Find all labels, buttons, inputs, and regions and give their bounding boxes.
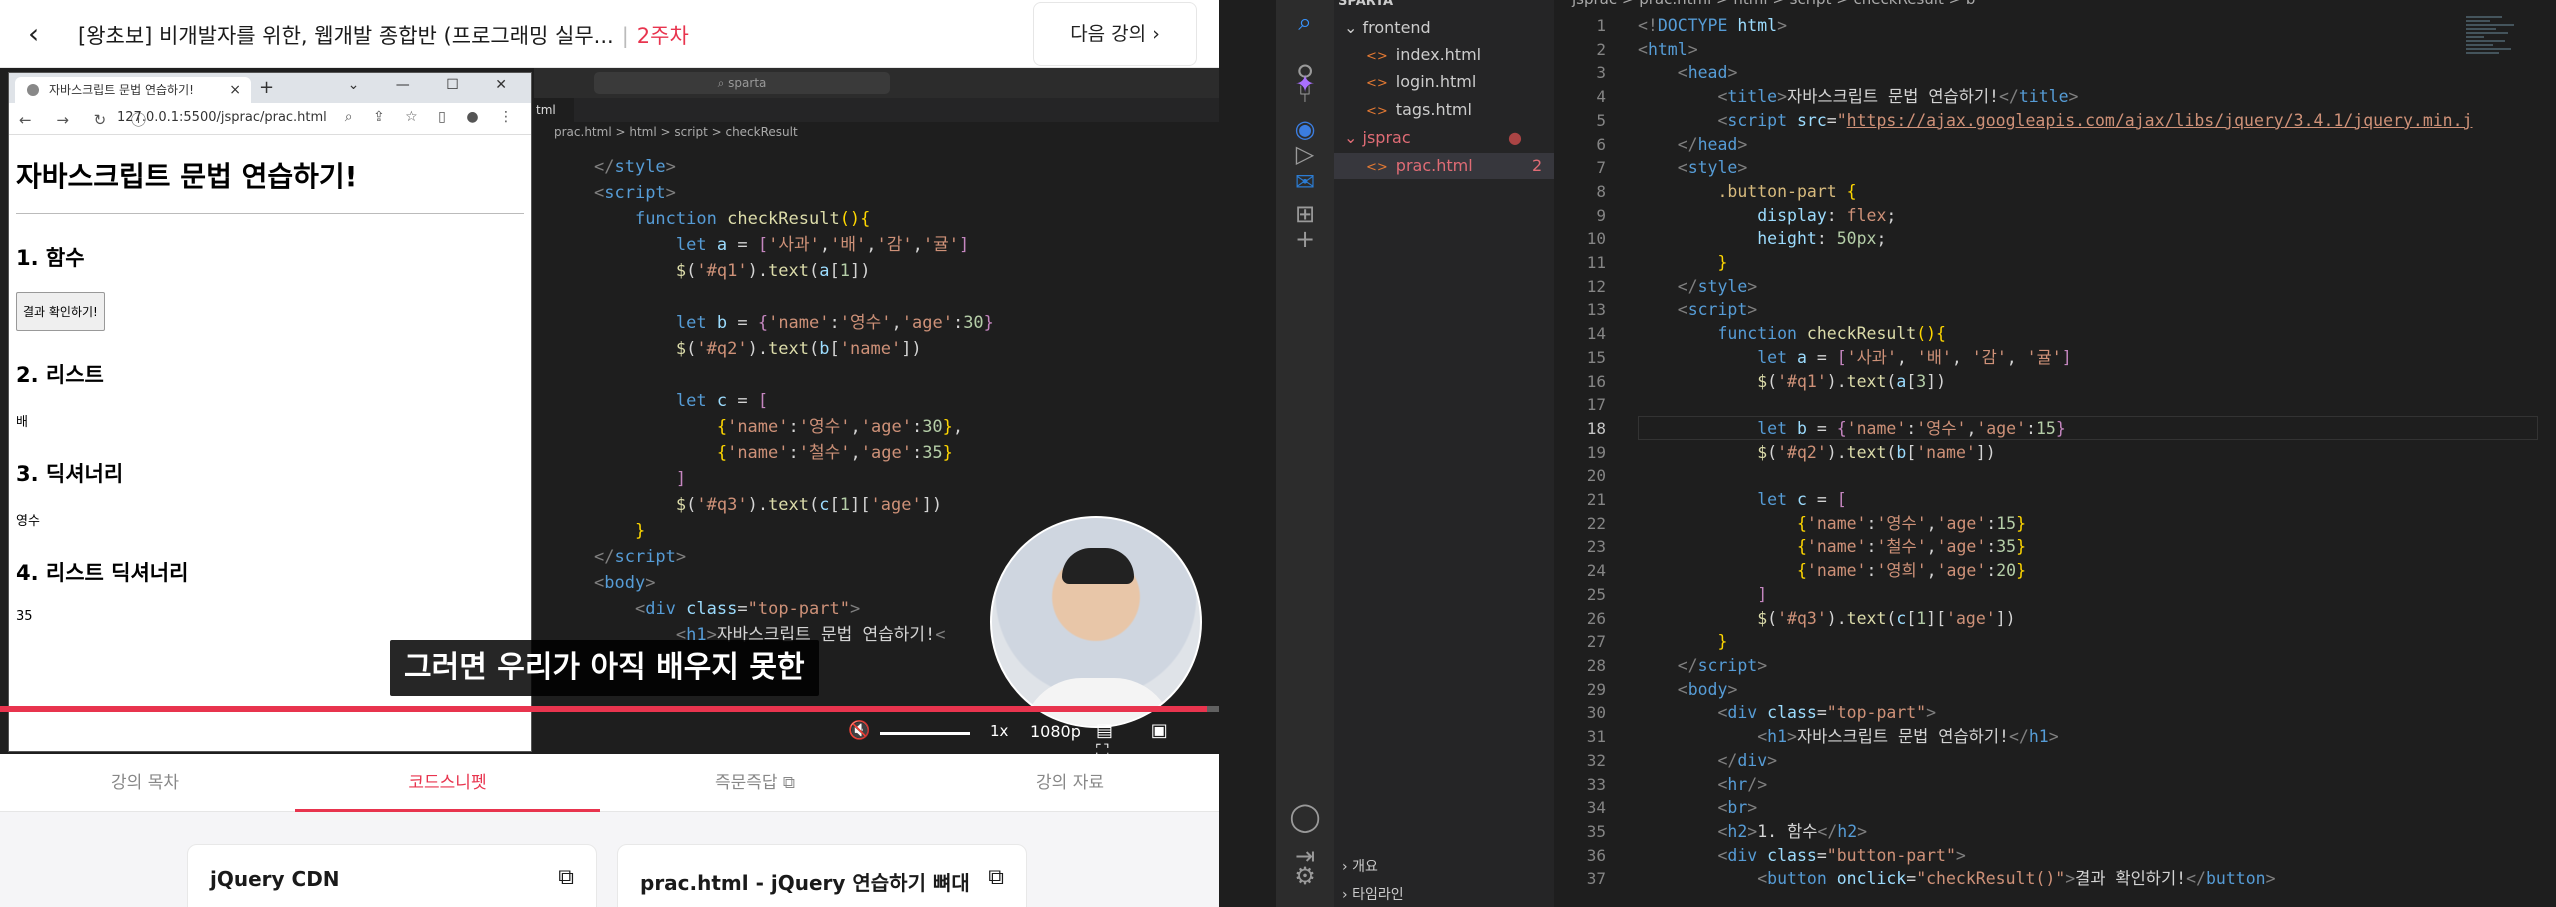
snippet-card[interactable]: jQuery CDN ⧉ <box>187 844 597 907</box>
player-icons[interactable]: ▤ ▣ ⛶ <box>1096 720 1219 754</box>
outline-section[interactable]: › 개요 <box>1342 856 1378 876</box>
video-subtitle: 그러면 우리가 아직 배우지 못한 <box>390 640 819 696</box>
error-count: 2 <box>1532 156 1543 175</box>
playback-speed[interactable]: 1x <box>990 722 1008 740</box>
check-result-button[interactable]: 결과 확인하기! <box>16 292 105 331</box>
extensions-icon[interactable]: ⊞ <box>1276 200 1334 228</box>
line-numbers: 1 2 3 4 5 6 7 8 9 10 11 12 13 14 15 16 17 18 19 20 21 22 23 24 2… <box>1586 16 1606 889</box>
copy-icon[interactable]: ⧉ <box>558 865 574 890</box>
snippet-list: jQuery CDN ⧉ prac.html - jQuery 연습하기 뼈대 ⧉ <box>0 812 1219 907</box>
breadcrumb: prac.html > html > script > checkResult <box>554 125 798 139</box>
close-icon[interactable]: × <box>229 77 241 103</box>
account-icon[interactable]: ◯ <box>1276 800 1334 833</box>
timeline-section[interactable]: › 타임라인 <box>1342 884 1404 904</box>
course-week: 2주차 <box>636 24 689 48</box>
file-tags[interactable]: <> tags.html <box>1366 100 1472 119</box>
command-search: ⌕ sparta <box>594 72 890 94</box>
code-editor[interactable]: jsprac > prac.html > html > script > che… <box>1554 0 2556 907</box>
file-index[interactable]: <> index.html <box>1366 45 1481 64</box>
globe-icon <box>27 84 39 96</box>
mute-icon[interactable]: 🔇 <box>848 720 870 741</box>
video-controls: ▶ 11:50 / 11:58 🔇 1x 1080p ▤ ▣ ⛶ <box>0 712 1219 754</box>
volume-slider[interactable] <box>880 732 970 735</box>
play-icon[interactable]: ▶ <box>16 720 30 741</box>
snippet-card[interactable]: prac.html - jQuery 연습하기 뼈대 ⧉ <box>617 844 1027 907</box>
browser-toolbar: ← → ↻ ⓘ 127.0.0.1:5500/jsprac/prac.html … <box>9 103 531 135</box>
search-icon[interactable]: ⌕ <box>1276 8 1334 36</box>
new-tab-icon[interactable]: + <box>259 77 274 98</box>
html-icon: <> <box>1366 104 1388 119</box>
file-login[interactable]: <> login.html <box>1366 72 1476 91</box>
browser-tab[interactable]: 자바스크립트 문법 연습하기! × <box>15 77 251 103</box>
add-icon[interactable]: + <box>1276 225 1334 253</box>
modified-dot: ● <box>1508 128 1522 147</box>
browser-tabbar: 자바스크립트 문법 연습하기! × + ⌄ — ☐ ✕ <box>9 73 531 103</box>
page-title: 자바스크립트 문법 연습하기! <box>16 155 524 214</box>
tab-qna[interactable]: 즉문즉답 ⧉ <box>670 754 840 812</box>
q3-output: 35 <box>16 609 33 624</box>
source-control-icon[interactable]: ⑂ <box>1276 80 1334 108</box>
divider <box>1219 0 1276 907</box>
course-panel: ‹ [왕초보] 비개발자를 위한, 웹개발 종합반 (프로그래밍 실무... | 2… <box>0 0 1219 907</box>
time-current: 11:50 / <box>60 722 114 740</box>
folder-frontend[interactable]: ⌄ frontend <box>1344 18 1431 37</box>
browser-tool-icons[interactable]: ⌕ ⇪ ☆ ▯ ● ⋮ <box>345 109 521 125</box>
back-arrow-icon[interactable]: ‹ <box>28 18 60 50</box>
copy-icon[interactable]: ⧉ <box>988 865 1004 890</box>
html-icon: <> <box>1366 49 1388 64</box>
code-content[interactable]: <!DOCTYPE html> <html> <head> <title>자바스… <box>1638 14 2473 891</box>
time-duration: 11:58 <box>124 722 168 740</box>
run-debug-icon[interactable]: ▷ <box>1276 140 1334 168</box>
code-view: </style> <script> function checkResult()… <box>594 157 994 645</box>
section-heading: 2. 리스트 <box>16 363 104 387</box>
section-heading: 1. 함수 <box>16 246 85 270</box>
html-icon: <> <box>1366 160 1388 175</box>
settings-gear-icon[interactable]: ⚙ <box>1276 862 1334 890</box>
outlook-icon[interactable]: ✉ <box>1276 168 1334 196</box>
explorer-root[interactable]: SPARTA <box>1338 0 1393 9</box>
editor-breadcrumb: jsprac > prac.html > html > script > che… <box>1572 0 1975 8</box>
file-prac[interactable]: <> prac.html 2 <box>1366 156 1542 175</box>
activity-bar: ⌕ ⚲ ✦ ⑂ ◉ ▷ ✉ ⊞ + ◯ ⇥ ⚙ <box>1276 0 1334 907</box>
editor-tab: tml <box>534 98 574 122</box>
folder-jsprac[interactable]: ⌄ jsprac ● <box>1344 128 1522 147</box>
video-player[interactable]: 자바스크립트 문법 연습하기! × + ⌄ — ☐ ✕ ← → ↻ ⓘ 127.0… <box>0 68 1219 754</box>
tab-code-snippet[interactable]: 코드스니펫 <box>295 754 600 812</box>
vscode-titlebar: ⌕ sparta <box>534 68 1219 98</box>
q1-output: 배 <box>16 415 28 430</box>
tab-materials[interactable]: 강의 자료 <box>985 754 1155 812</box>
browser-page: 자바스크립트 문법 연습하기! 1. 함수 결과 확인하기! 2. 리스트 배 … <box>9 135 531 636</box>
url-bar[interactable]: 127.0.0.1:5500/jsprac/prac.html <box>117 110 327 125</box>
q2-output: 영수 <box>16 514 40 529</box>
course-header: ‹ [왕초보] 비개발자를 위한, 웹개발 종합반 (프로그래밍 실무... | 2… <box>0 0 1219 68</box>
extension-icon[interactable]: ◉ <box>1276 115 1334 143</box>
course-title: [왕초보] 비개발자를 위한, 웹개발 종합반 (프로그래밍 실무... | 2주차 <box>78 24 689 48</box>
course-tabs: 강의 목차 코드스니펫 즉문즉답 ⧉ 강의 자료 <box>0 754 1219 812</box>
minimap[interactable] <box>2466 14 2526 134</box>
explorer-sidebar: SPARTA ⌄ frontend <> index.html <> login.h… <box>1334 0 1554 907</box>
vscode-tabbar: tml <box>534 98 1219 122</box>
html-icon: <> <box>1366 76 1388 91</box>
next-lesson-button[interactable]: 다음 강의 › <box>1033 2 1197 66</box>
quality-selector[interactable]: 1080p <box>1030 722 1081 741</box>
tab-toc[interactable]: 강의 목차 <box>60 754 230 812</box>
instructor-facecam <box>990 516 1202 728</box>
window-controls[interactable]: ⌄ — ☐ ✕ <box>348 77 523 93</box>
section-heading: 3. 딕셔너리 <box>16 462 124 486</box>
section-heading: 4. 리스트 딕셔너리 <box>16 561 189 585</box>
